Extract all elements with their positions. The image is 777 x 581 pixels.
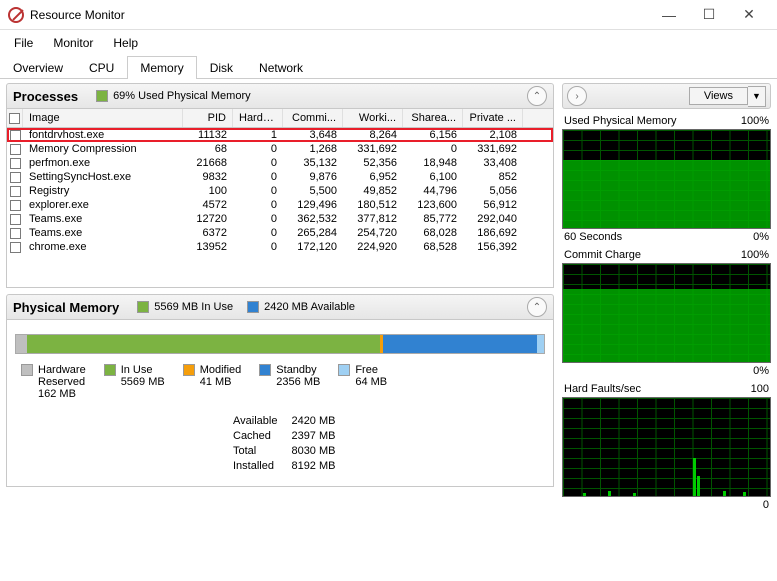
process-columns: Image PID Hard F... Commi... Worki... Sh… [6,109,554,128]
row-checkbox[interactable] [10,242,21,253]
processes-header[interactable]: Processes 69% Used Physical Memory ⌃ [6,83,554,109]
select-all-checkbox[interactable] [9,113,20,124]
graph-hard-faults: Hard Faults/sec100 0 [562,383,771,511]
col-pid[interactable]: PID [183,109,233,127]
row-checkbox[interactable] [10,158,21,169]
expand-graphs-icon[interactable]: › [567,86,587,106]
row-checkbox[interactable] [10,186,21,197]
menu-monitor[interactable]: Monitor [43,34,103,52]
tab-disk[interactable]: Disk [197,56,246,79]
table-row[interactable]: fontdrvhost.exe1113213,6488,2646,1562,10… [7,128,553,142]
tab-cpu[interactable]: CPU [76,56,127,79]
inuse-legend: 5569 MB In Use [154,301,233,313]
used-memory-swatch [96,90,108,102]
col-private[interactable]: Private ... [463,109,523,127]
inuse-swatch [137,301,149,313]
table-row[interactable]: Teams.exe127200362,532377,81285,772292,0… [7,212,553,226]
menu-help[interactable]: Help [103,34,148,52]
tab-bar: Overview CPU Memory Disk Network [0,56,777,79]
memory-stats: Available Cached Total Installed 2420 MB… [233,414,547,474]
avail-swatch [247,301,259,313]
tab-memory[interactable]: Memory [127,56,196,79]
col-working[interactable]: Worki... [343,109,403,127]
col-commit[interactable]: Commi... [283,109,343,127]
row-checkbox[interactable] [10,172,21,183]
title-bar: Resource Monitor — ☐ ✕ [0,0,777,30]
table-row[interactable]: explorer.exe45720129,496180,512123,60056… [7,198,553,212]
tab-network[interactable]: Network [246,56,316,79]
table-row[interactable]: chrome.exe139520172,120224,92068,528156,… [7,240,553,254]
memory-legend: HardwareReserved162 MB In Use5569 MB Mod… [13,364,547,400]
tab-overview[interactable]: Overview [0,56,76,79]
row-checkbox[interactable] [10,144,21,155]
app-icon [8,7,24,23]
memory-bar [15,334,545,354]
physmem-title: Physical Memory [13,300,119,315]
col-hard-faults[interactable]: Hard F... [233,109,283,127]
used-memory-legend: 69% Used Physical Memory [113,90,251,102]
collapse-physmem-icon[interactable]: ⌃ [527,297,547,317]
graph-used-physical-memory: Used Physical Memory100% 60 Seconds0% [562,115,771,243]
table-row[interactable]: Registry10005,50049,85244,7965,056 [7,184,553,198]
collapse-processes-icon[interactable]: ⌃ [527,86,547,106]
graph-commit-charge: Commit Charge100% 0% [562,249,771,377]
views-dropdown-icon[interactable]: ▼ [748,86,766,107]
col-shareable[interactable]: Sharea... [403,109,463,127]
row-checkbox[interactable] [10,214,21,225]
table-row[interactable]: SettingSyncHost.exe983209,8766,9526,1008… [7,170,553,184]
table-row[interactable]: Memory Compression6801,268331,6920331,69… [7,142,553,156]
row-checkbox[interactable] [10,200,21,211]
menu-bar: File Monitor Help [0,30,777,56]
row-checkbox[interactable] [10,130,21,141]
row-checkbox[interactable] [10,228,21,239]
close-button[interactable]: ✕ [729,6,769,23]
processes-title: Processes [13,89,78,104]
minimize-button[interactable]: — [649,7,689,23]
table-row[interactable]: Teams.exe63720265,284254,72068,028186,69… [7,226,553,240]
physmem-header[interactable]: Physical Memory 5569 MB In Use 2420 MB A… [6,294,554,320]
avail-legend: 2420 MB Available [264,301,355,313]
col-image[interactable]: Image [23,109,183,127]
process-rows[interactable]: fontdrvhost.exe1113213,6488,2646,1562,10… [6,128,554,288]
graph-toolbar: › Views ▼ [562,83,771,109]
window-title: Resource Monitor [30,8,649,22]
menu-file[interactable]: File [4,34,43,52]
maximize-button[interactable]: ☐ [689,6,729,23]
views-button[interactable]: Views [689,87,748,105]
table-row[interactable]: perfmon.exe21668035,13252,35618,94833,40… [7,156,553,170]
